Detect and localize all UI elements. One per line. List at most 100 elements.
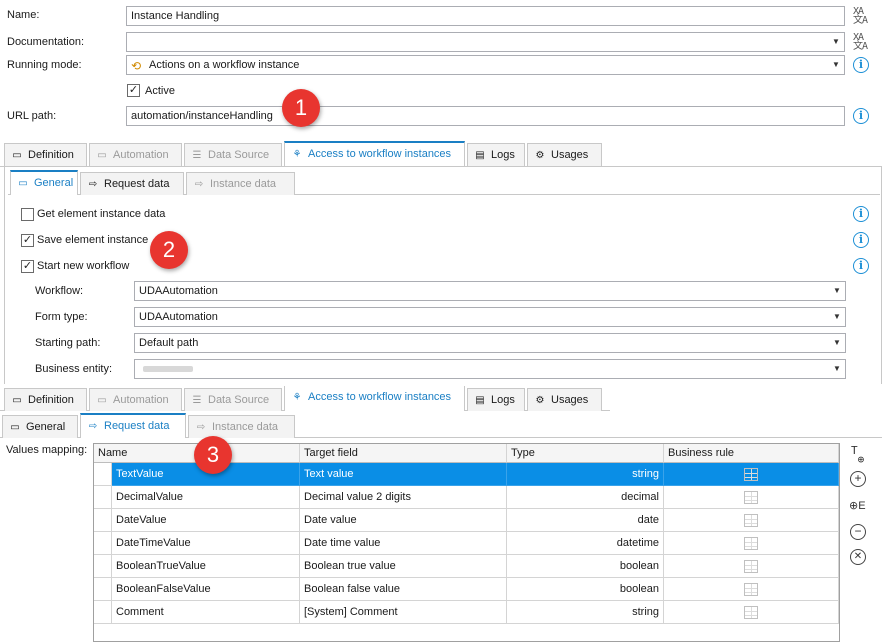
cell-type[interactable]: string — [507, 601, 664, 624]
cell-business-rule[interactable] — [664, 486, 839, 509]
tab-usages[interactable]: ⚙ Usages — [527, 388, 602, 411]
active-label: Active — [145, 85, 175, 97]
info-icon[interactable]: i — [853, 232, 869, 248]
documentation-select[interactable]: ▼ — [126, 32, 845, 52]
subtab-request-data[interactable]: ⇨ Request data — [80, 413, 186, 438]
running-mode-select[interactable]: ⟲ Actions on a workflow instance ▼ — [126, 55, 845, 75]
business-rule-icon[interactable] — [744, 582, 758, 596]
cell-target-field[interactable]: Boolean false value — [300, 578, 507, 601]
cell-type[interactable]: datetime — [507, 532, 664, 555]
row-indicator[interactable] — [94, 486, 112, 509]
cell-type[interactable]: boolean — [507, 578, 664, 601]
cell-name[interactable]: Comment — [112, 601, 300, 624]
cell-name[interactable]: DecimalValue — [112, 486, 300, 509]
tab-data-source[interactable]: ☰ Data Source — [184, 143, 282, 166]
starting-path-select[interactable]: Default path ▼ — [134, 333, 846, 353]
cell-business-rule[interactable] — [664, 555, 839, 578]
table-row[interactable]: BooleanFalseValue Boolean false value bool… — [94, 578, 839, 601]
business-rule-icon[interactable] — [744, 536, 758, 550]
row-indicator[interactable] — [94, 578, 112, 601]
tab-definition[interactable]: ▭ Definition — [4, 388, 87, 411]
table-row[interactable]: BooleanTrueValue Boolean true value boolea… — [94, 555, 839, 578]
subtab-general[interactable]: ▭ General — [10, 170, 78, 195]
table-row[interactable]: DateTimeValue Date time value datetime — [94, 532, 839, 555]
add-row-icon[interactable]: + — [850, 471, 866, 487]
business-rule-icon[interactable] — [744, 467, 758, 481]
cell-target-field[interactable]: Text value — [300, 463, 507, 486]
cell-business-rule[interactable] — [664, 509, 839, 532]
cell-target-field[interactable]: Date time value — [300, 532, 507, 555]
cell-target-field[interactable]: Boolean true value — [300, 555, 507, 578]
subtab-instance-data[interactable]: ⇨ Instance data — [188, 415, 295, 438]
cell-type[interactable]: date — [507, 509, 664, 532]
table-row[interactable]: DateValue Date value date — [94, 509, 839, 532]
cell-business-rule[interactable] — [664, 532, 839, 555]
row-indicator[interactable] — [94, 555, 112, 578]
column-header-type[interactable]: Type — [507, 444, 664, 463]
name-label: Name: — [7, 9, 40, 21]
translate-icon[interactable]: XA 文A — [853, 7, 871, 26]
form-type-value: UDAAutomation — [139, 311, 218, 323]
start-workflow-checkbox[interactable]: ✓ — [21, 260, 34, 273]
tab-logs[interactable]: ▤ Logs — [467, 143, 525, 166]
cell-name[interactable]: DateValue — [112, 509, 300, 532]
cell-name[interactable]: BooleanFalseValue — [112, 578, 300, 601]
info-icon[interactable]: i — [853, 108, 869, 124]
cell-name[interactable]: BooleanTrueValue — [112, 555, 300, 578]
row-indicator[interactable] — [94, 532, 112, 555]
tab-access-workflow-instances[interactable]: ⚘ Access to workflow instances — [284, 141, 465, 166]
info-icon[interactable]: i — [853, 57, 869, 73]
chevron-down-icon: ▼ — [833, 338, 841, 347]
tab-logs[interactable]: ▤ Logs — [467, 388, 525, 411]
add-expression-icon[interactable]: ⊕E — [849, 499, 866, 512]
tab-automation[interactable]: ▭ Automation — [89, 143, 182, 166]
info-icon[interactable]: i — [853, 206, 869, 222]
tab-data-source[interactable]: ☰ Data Source — [184, 388, 282, 411]
add-from-list-icon[interactable]: T ⊕ — [851, 445, 864, 465]
cell-business-rule[interactable] — [664, 601, 839, 624]
step-badge-2: 2 — [150, 231, 188, 269]
get-instance-checkbox[interactable] — [21, 208, 34, 221]
workflow-action-icon: ⟲ — [131, 59, 142, 73]
business-rule-icon[interactable] — [744, 490, 758, 504]
subtab-general[interactable]: ▭ General — [2, 415, 78, 438]
business-rule-icon[interactable] — [744, 605, 758, 619]
values-mapping-grid[interactable]: Name Target field Type Business rule Tex… — [93, 443, 840, 642]
cell-type[interactable]: decimal — [507, 486, 664, 509]
starting-path-label: Starting path: — [35, 337, 101, 349]
form-type-select[interactable]: UDAAutomation ▼ — [134, 307, 846, 327]
cell-business-rule[interactable] — [664, 578, 839, 601]
cell-target-field[interactable]: Date value — [300, 509, 507, 532]
workflow-select[interactable]: UDAAutomation ▼ — [134, 281, 846, 301]
name-input[interactable]: Instance Handling — [126, 6, 845, 26]
cell-type[interactable]: string — [507, 463, 664, 486]
save-instance-checkbox[interactable]: ✓ — [21, 234, 34, 247]
remove-row-icon[interactable]: − — [850, 524, 866, 540]
tab-access-workflow-instances[interactable]: ⚘ Access to workflow instances — [284, 386, 465, 411]
subtab-instance-data[interactable]: ⇨ Instance data — [186, 172, 295, 195]
active-checkbox[interactable]: ✓ — [127, 84, 140, 97]
row-indicator[interactable] — [94, 509, 112, 532]
column-header-target-field[interactable]: Target field — [300, 444, 507, 463]
cell-target-field[interactable]: Decimal value 2 digits — [300, 486, 507, 509]
subtab-request-data[interactable]: ⇨ Request data — [80, 172, 184, 195]
translate-icon[interactable]: XA 文A — [853, 33, 871, 52]
row-indicator[interactable] — [94, 463, 112, 486]
table-row[interactable]: Comment [System] Comment string — [94, 601, 839, 624]
cell-business-rule[interactable] — [664, 463, 839, 486]
cell-name[interactable]: DateTimeValue — [112, 532, 300, 555]
table-row[interactable]: DecimalValue Decimal value 2 digits decima… — [94, 486, 839, 509]
business-rule-icon[interactable] — [744, 559, 758, 573]
tab-automation[interactable]: ▭ Automation — [89, 388, 182, 411]
cell-type[interactable]: boolean — [507, 555, 664, 578]
business-entity-select[interactable]: ▼ — [134, 359, 846, 379]
info-icon[interactable]: i — [853, 258, 869, 274]
clear-all-icon[interactable]: ✕ — [850, 549, 866, 565]
business-rule-icon[interactable] — [744, 513, 758, 527]
url-path-input[interactable]: automation/instanceHandling — [126, 106, 845, 126]
row-indicator[interactable] — [94, 601, 112, 624]
column-header-business-rule[interactable]: Business rule — [664, 444, 839, 463]
tab-usages[interactable]: ⚙ Usages — [527, 143, 602, 166]
cell-target-field[interactable]: [System] Comment — [300, 601, 507, 624]
tab-definition[interactable]: ▭ Definition — [4, 143, 87, 166]
